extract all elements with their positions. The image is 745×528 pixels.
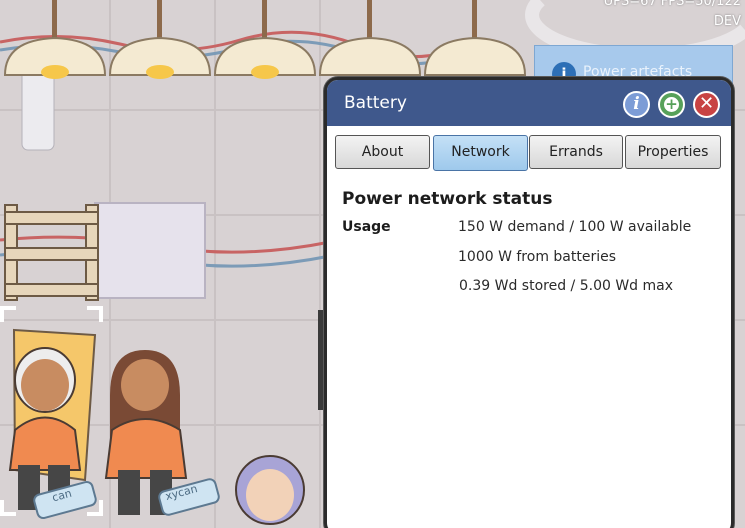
pin-button[interactable]: + bbox=[658, 91, 685, 118]
section-title: Power network status bbox=[342, 189, 553, 209]
power-demand-line: 150 W demand / 100 W available bbox=[458, 219, 692, 235]
tab-properties[interactable]: Properties bbox=[625, 135, 721, 169]
network-status-section: Power network status Usage 150 W demand … bbox=[342, 189, 722, 294]
fps-readout: UPS=67 FPS=50/122 bbox=[603, 0, 741, 9]
close-icon: ✕ bbox=[698, 93, 715, 114]
info-icon: i bbox=[633, 94, 640, 114]
battery-details-panel: Battery i + ✕ About Network Errands Prop… bbox=[324, 77, 734, 528]
dev-tag: DEV bbox=[713, 14, 741, 29]
usage-label: Usage bbox=[342, 219, 391, 235]
tab-network[interactable]: Network bbox=[433, 135, 528, 171]
plus-icon: + bbox=[664, 95, 679, 113]
panel-header: Battery i + ✕ bbox=[327, 80, 731, 126]
info-button[interactable]: i bbox=[623, 91, 650, 118]
close-button[interactable]: ✕ bbox=[693, 91, 720, 118]
duplicant-3 bbox=[235, 455, 305, 525]
tab-about[interactable]: About bbox=[335, 135, 430, 169]
tab-errands[interactable]: Errands bbox=[529, 135, 623, 169]
ladder bbox=[4, 204, 99, 301]
stored-energy-line: 0.39 Wd stored / 5.00 Wd max bbox=[459, 278, 674, 294]
panel-title: Battery bbox=[344, 93, 407, 113]
battery-output-line: 1000 W from batteries bbox=[458, 249, 617, 265]
